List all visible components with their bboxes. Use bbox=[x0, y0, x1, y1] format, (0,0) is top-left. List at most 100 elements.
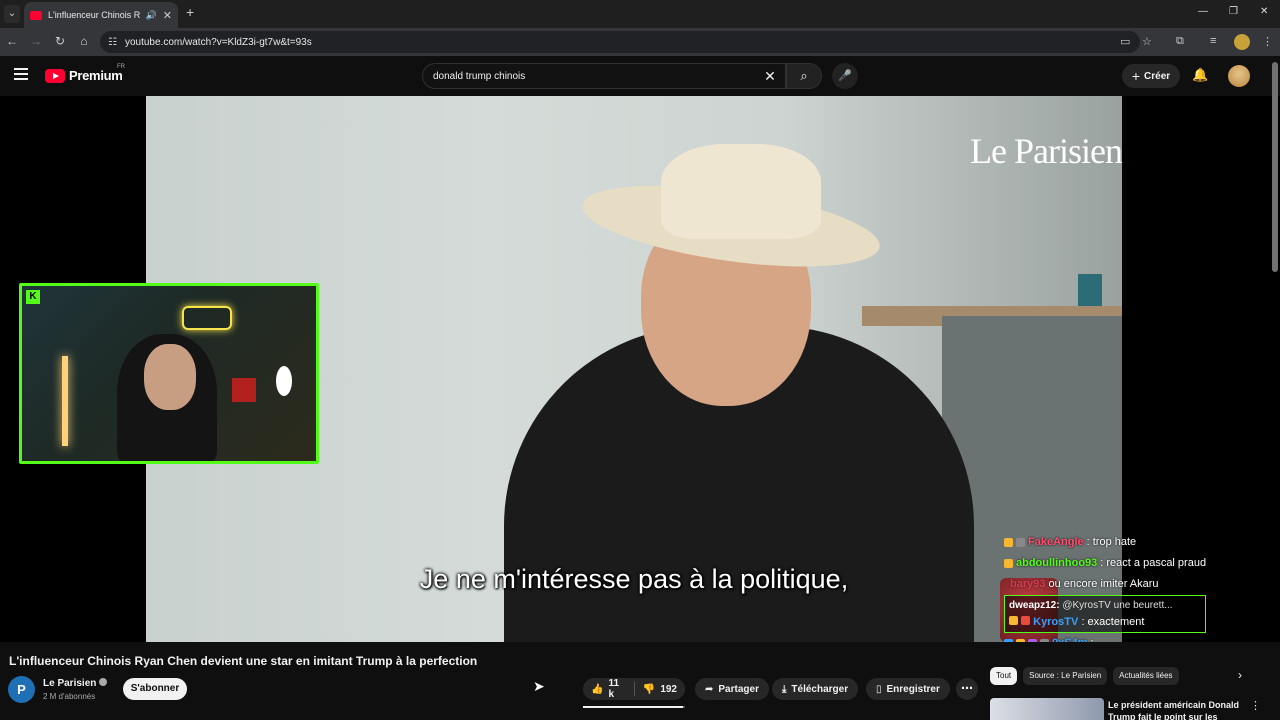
like-ratio-fill bbox=[583, 706, 683, 708]
account-avatar[interactable] bbox=[1228, 65, 1250, 87]
quoted-text: @KyrosTV une beurett... bbox=[1062, 600, 1173, 611]
video-subtitle: Je ne m'intéresse pas à la politique, bbox=[419, 564, 849, 594]
download-button[interactable]: ⤓ Télécharger bbox=[772, 678, 859, 700]
cast-icon[interactable]: ▭ bbox=[1120, 35, 1130, 48]
like-button[interactable]: 👍 11 k bbox=[583, 678, 634, 700]
forward-icon[interactable]: → bbox=[28, 34, 44, 48]
chat-message: bary93 ou encore imiter Akaru bbox=[1004, 574, 1254, 595]
menu-icon[interactable] bbox=[14, 68, 28, 83]
bookmark-icon: ▯ bbox=[876, 683, 882, 695]
create-label: Créer bbox=[1144, 70, 1171, 82]
search-input[interactable]: donald trump chinois bbox=[433, 71, 755, 82]
tab-close-icon[interactable]: ✕ bbox=[163, 9, 172, 22]
chat-text: : react a pascal praud bbox=[1100, 557, 1207, 569]
browser-toolbar: ← → ↻ ⌂ ☷ youtube.com/watch?v=KldZ3i-gt7… bbox=[0, 28, 1280, 56]
tab-title: L'influenceur Chinois Ryan bbox=[48, 10, 140, 20]
clear-search-icon[interactable]: ✕ bbox=[755, 68, 785, 85]
dislike-button[interactable]: 👎 192 bbox=[635, 678, 685, 700]
chip-source[interactable]: Source : Le Parisien bbox=[1023, 667, 1108, 685]
notifications-bell-icon[interactable]: 🔔 bbox=[1192, 67, 1208, 83]
site-info-icon[interactable]: ☷ bbox=[108, 37, 117, 48]
page-scrollbar[interactable] bbox=[1272, 62, 1278, 272]
chat-text: : trop hate bbox=[1086, 536, 1137, 548]
back-icon[interactable]: ← bbox=[4, 34, 20, 48]
new-tab-button[interactable]: + bbox=[186, 4, 194, 20]
browser-profile-avatar[interactable] bbox=[1234, 34, 1250, 50]
chat-text: : exactement bbox=[1081, 616, 1145, 628]
streamer-face bbox=[144, 344, 196, 410]
microphone-icon[interactable]: 🎤 bbox=[832, 63, 858, 89]
address-bar[interactable]: ☷ youtube.com/watch?v=KldZ3i-gt7w&t=93s bbox=[100, 31, 1140, 53]
save-button[interactable]: ▯ Enregistrer bbox=[866, 678, 950, 700]
video-title: L'influenceur Chinois Ryan Chen devient … bbox=[9, 654, 478, 668]
reload-icon[interactable]: ↻ bbox=[52, 34, 68, 48]
kick-logo-icon: K bbox=[26, 290, 40, 304]
chat-message: abdoullinhoo93 : react a pascal praud bbox=[1004, 553, 1254, 574]
extensions-icon[interactable]: ⧉ bbox=[1176, 35, 1184, 48]
recommended-video-thumbnail[interactable] bbox=[990, 698, 1104, 720]
tab-search-button[interactable]: ⌄ bbox=[4, 5, 20, 23]
like-count: 11 k bbox=[608, 678, 620, 700]
download-label: Télécharger bbox=[791, 683, 849, 695]
reading-list-icon[interactable]: ≡ bbox=[1210, 35, 1216, 47]
chat-username: bary93 bbox=[1010, 578, 1046, 590]
browser-tab[interactable]: L'influenceur Chinois Ryan 🔊 ✕ bbox=[24, 2, 178, 28]
subscribe-button[interactable]: S'abonner bbox=[123, 678, 187, 700]
url-text: youtube.com/watch?v=KldZ3i-gt7w&t=93s bbox=[124, 36, 312, 48]
home-icon[interactable]: ⌂ bbox=[76, 34, 92, 48]
channel-avatar[interactable]: P bbox=[8, 676, 35, 703]
chat-text: ou encore imiter Akaru bbox=[1048, 578, 1159, 590]
stream-chat-overlay: FakeAngle : trop hate abdoullinhoo93 : r… bbox=[1004, 532, 1254, 654]
reply-line: KyrosTV : exactement bbox=[1009, 614, 1201, 630]
maximize-icon[interactable]: ❐ bbox=[1229, 6, 1238, 17]
mouse-cursor-icon: ➤ bbox=[533, 678, 545, 694]
cowboy-hat-crown bbox=[661, 144, 821, 239]
download-icon: ⤓ bbox=[782, 683, 787, 695]
bookmark-star-icon[interactable]: ☆ bbox=[1142, 35, 1152, 48]
share-label: Partager bbox=[718, 683, 759, 695]
browser-menu-icon[interactable]: ⋮ bbox=[1262, 35, 1273, 48]
chat-username: KyrosTV bbox=[1033, 616, 1079, 628]
recommendation-chips: Tout Source : Le Parisien Actualités lié… bbox=[990, 666, 1250, 686]
channel-name-text: Le Parisien bbox=[43, 678, 97, 689]
subscriber-count: 2 M d'abonnés bbox=[43, 692, 96, 701]
le-parisien-watermark: Le Parisien bbox=[970, 131, 1122, 171]
recommended-video-title[interactable]: Le président américain Donald Trump fait… bbox=[1108, 699, 1242, 720]
create-button[interactable]: + Créer bbox=[1122, 64, 1180, 88]
chat-username: FakeAngle bbox=[1028, 536, 1084, 548]
minimize-icon[interactable]: — bbox=[1198, 6, 1208, 17]
youtube-logo[interactable]: Premium FR bbox=[45, 64, 125, 83]
youtube-favicon-icon bbox=[30, 10, 42, 20]
neon-sign bbox=[182, 306, 232, 330]
reply-quote: dweapz12: @KyrosTV une beurett... bbox=[1009, 598, 1201, 614]
window-close-icon[interactable]: ✕ bbox=[1260, 6, 1268, 17]
like-ratio-bar bbox=[583, 706, 685, 708]
browser-tab-bar: ⌄ L'influenceur Chinois Ryan 🔊 ✕ + — ❐ ✕ bbox=[0, 0, 1280, 28]
video-info-section: L'influenceur Chinois Ryan Chen devient … bbox=[0, 642, 1280, 720]
search-icon[interactable]: ⌕ bbox=[786, 63, 822, 89]
chip-related-news[interactable]: Actualités liées bbox=[1113, 667, 1179, 685]
chip-all[interactable]: Tout bbox=[990, 667, 1018, 685]
dislike-count: 192 bbox=[660, 683, 677, 695]
share-icon: ➦ bbox=[705, 683, 714, 695]
search-box[interactable]: donald trump chinois ✕ bbox=[422, 63, 786, 89]
speaker-icon[interactable]: 🔊 bbox=[146, 10, 157, 21]
thumbs-up-icon: 👍 bbox=[591, 683, 604, 695]
share-button[interactable]: ➦ Partager bbox=[695, 678, 769, 700]
country-code: FR bbox=[117, 64, 125, 70]
quoted-username: dweapz12: bbox=[1009, 600, 1060, 611]
youtube-play-icon bbox=[45, 68, 65, 83]
white-lamp bbox=[276, 366, 292, 396]
channel-name[interactable]: Le Parisien bbox=[43, 678, 108, 689]
chevron-right-icon[interactable]: › bbox=[1238, 668, 1242, 682]
chat-reply-message: dweapz12: @KyrosTV une beurett... KyrosT… bbox=[1004, 595, 1206, 633]
more-actions-icon[interactable]: ⋯ bbox=[956, 678, 978, 700]
plus-icon: + bbox=[1131, 68, 1141, 84]
chat-message: FakeAngle : trop hate bbox=[1004, 532, 1254, 553]
chat-badge-icon bbox=[1004, 559, 1013, 568]
kebab-menu-icon[interactable]: ⋮ bbox=[1250, 699, 1261, 712]
verified-icon bbox=[99, 678, 108, 686]
chat-badge-icon bbox=[1009, 616, 1018, 625]
chat-username: abdoullinhoo93 bbox=[1016, 557, 1098, 569]
chat-badge-icon bbox=[1021, 616, 1031, 625]
